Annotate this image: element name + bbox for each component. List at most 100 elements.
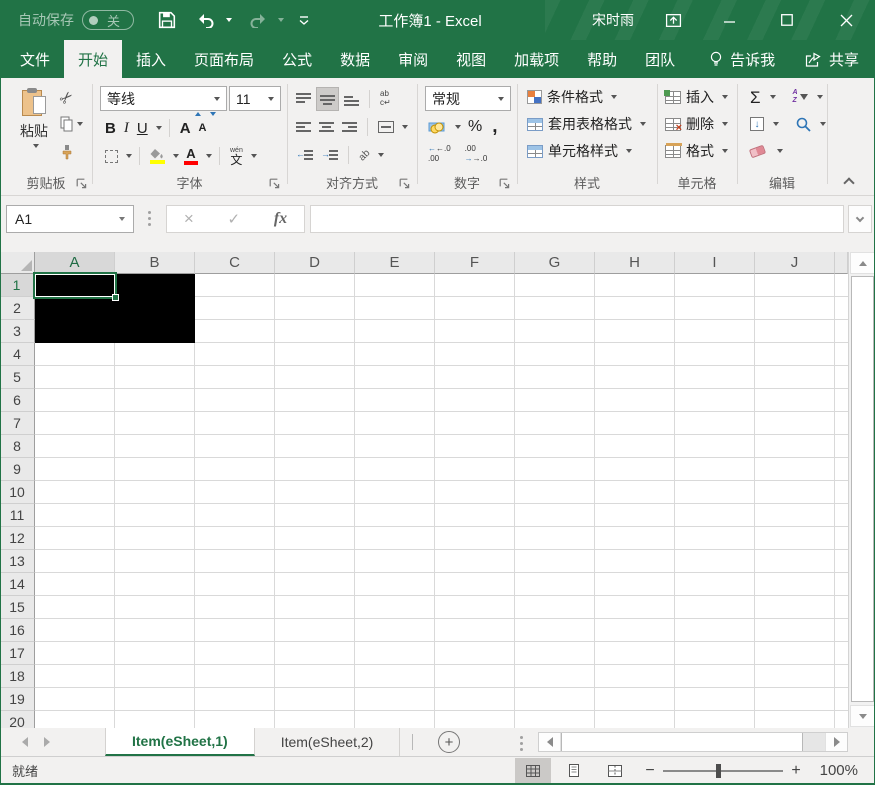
align-right-button[interactable]: [339, 115, 360, 139]
autosum-button[interactable]: Σ: [747, 85, 764, 109]
font-color-dropdown-icon[interactable]: [206, 154, 212, 158]
tab-审阅[interactable]: 审阅: [384, 40, 442, 78]
select-all-corner[interactable]: [0, 252, 35, 274]
tab-数据[interactable]: 数据: [326, 40, 384, 78]
align-top-button[interactable]: [293, 87, 314, 111]
tab-公式[interactable]: 公式: [268, 40, 326, 78]
scroll-right-button[interactable]: [825, 733, 847, 751]
tab-视图[interactable]: 视图: [442, 40, 500, 78]
scroll-down-button[interactable]: [850, 705, 875, 727]
cell-styles-button[interactable]: 单元格样式: [527, 138, 632, 164]
horizontal-scroll-thumb[interactable]: [561, 733, 803, 751]
underline-button[interactable]: U: [134, 116, 151, 140]
zoom-slider-thumb[interactable]: [716, 764, 721, 778]
comma-style-button[interactable]: ,: [489, 115, 500, 139]
column-header-D[interactable]: D: [275, 252, 355, 274]
column-header-I[interactable]: I: [675, 252, 755, 274]
merge-center-button[interactable]: [375, 115, 397, 139]
fill-dropdown-icon[interactable]: [773, 122, 779, 126]
font-color-button[interactable]: A: [181, 144, 201, 168]
zoom-in-button[interactable]: +: [786, 757, 806, 784]
align-bottom-button[interactable]: [341, 87, 362, 111]
align-left-button[interactable]: [293, 115, 314, 139]
autosave-switch[interactable]: 关: [82, 10, 134, 30]
italic-button[interactable]: I: [121, 116, 132, 140]
increase-decimal-button[interactable]: ←←.0.00: [425, 142, 454, 166]
row-header-4[interactable]: 4: [0, 343, 35, 366]
fill-button[interactable]: ↓: [747, 112, 767, 136]
font-name-combo[interactable]: 等线: [100, 86, 227, 111]
orientation-button[interactable]: ab: [356, 143, 373, 167]
next-sheet-button[interactable]: [44, 737, 50, 747]
page-break-preview-button[interactable]: [597, 758, 633, 783]
row-header-9[interactable]: 9: [0, 458, 35, 481]
cut-button[interactable]: ✂: [56, 88, 78, 110]
autosave-toggle[interactable]: 自动保存 关: [18, 0, 134, 40]
row-header-18[interactable]: 18: [0, 665, 35, 688]
format-cells-button[interactable]: 格式: [665, 138, 728, 164]
alignment-dialog-launcher-icon[interactable]: [399, 178, 411, 190]
tab-加载项[interactable]: 加载项: [500, 40, 573, 78]
tab-帮助[interactable]: 帮助: [573, 40, 631, 78]
conditional-formatting-button[interactable]: 条件格式: [527, 84, 617, 110]
account-user-name[interactable]: 宋时雨: [578, 0, 648, 40]
column-header-E[interactable]: E: [355, 252, 435, 274]
column-header-G[interactable]: G: [515, 252, 595, 274]
tab-插入[interactable]: 插入: [122, 40, 180, 78]
bold-button[interactable]: B: [102, 116, 119, 140]
row-header-13[interactable]: 13: [0, 550, 35, 573]
column-header-A[interactable]: A: [35, 252, 115, 274]
phonetic-dropdown-icon[interactable]: [250, 154, 257, 158]
font-size-combo[interactable]: 11: [229, 86, 281, 111]
accounting-format-button[interactable]: [425, 115, 448, 139]
column-header-H[interactable]: H: [595, 252, 675, 274]
align-center-button[interactable]: [316, 115, 337, 139]
vertical-scroll-thumb[interactable]: [851, 276, 874, 702]
row-header-10[interactable]: 10: [0, 481, 35, 504]
number-format-combo[interactable]: 常规: [425, 86, 511, 111]
row-header-16[interactable]: 16: [0, 619, 35, 642]
column-header-C[interactable]: C: [195, 252, 275, 274]
minimize-button[interactable]: [707, 0, 753, 40]
row-header-14[interactable]: 14: [0, 573, 35, 596]
horizontal-scrollbar[interactable]: [538, 732, 848, 752]
row-header-12[interactable]: 12: [0, 527, 35, 550]
tell-me-button[interactable]: 告诉我: [697, 40, 787, 78]
percent-style-button[interactable]: %: [465, 115, 485, 139]
autosum-dropdown-icon[interactable]: [769, 95, 776, 99]
scroll-left-button[interactable]: [539, 733, 561, 751]
decrease-decimal-button[interactable]: .00 →→.0: [462, 142, 491, 166]
increase-font-button[interactable]: A: [177, 112, 201, 140]
row-header-1[interactable]: 1: [0, 274, 35, 297]
fill-color-button[interactable]: [147, 144, 168, 168]
tab-file[interactable]: 文件: [6, 40, 64, 78]
row-header-11[interactable]: 11: [0, 504, 35, 527]
zoom-level[interactable]: 100%: [806, 757, 858, 784]
sheet-tab-Item(eSheet,1)[interactable]: Item(eSheet,1): [105, 728, 255, 756]
sort-filter-button[interactable]: AZ: [790, 85, 811, 109]
expand-formula-bar-button[interactable]: [848, 205, 872, 233]
row-header-8[interactable]: 8: [0, 435, 35, 458]
formula-bar-handle[interactable]: [148, 211, 151, 226]
column-header-partial[interactable]: [835, 252, 848, 274]
tab-页面布局[interactable]: 页面布局: [180, 40, 268, 78]
delete-cells-button[interactable]: 删除: [665, 111, 728, 137]
insert-function-button[interactable]: fx: [274, 210, 287, 228]
underline-dropdown-icon[interactable]: [155, 126, 162, 130]
increase-indent-button[interactable]: →: [318, 143, 341, 167]
sort-filter-dropdown-icon[interactable]: [816, 95, 823, 99]
clear-button[interactable]: [747, 139, 768, 163]
merge-dropdown-icon[interactable]: [402, 125, 408, 129]
scroll-track[interactable]: [803, 733, 825, 751]
orientation-dropdown-icon[interactable]: [378, 153, 385, 157]
row-header-19[interactable]: 19: [0, 688, 35, 711]
zoom-slider-track[interactable]: [663, 770, 783, 772]
font-dialog-launcher-icon[interactable]: [269, 178, 281, 190]
undo-button[interactable]: [192, 0, 220, 40]
undo-dropdown[interactable]: [222, 0, 236, 40]
previous-sheet-button[interactable]: [22, 737, 28, 747]
decrease-indent-button[interactable]: ←: [293, 143, 316, 167]
row-header-6[interactable]: 6: [0, 389, 35, 412]
tab-团队[interactable]: 团队: [631, 40, 689, 78]
decrease-font-button[interactable]: A: [196, 112, 217, 140]
